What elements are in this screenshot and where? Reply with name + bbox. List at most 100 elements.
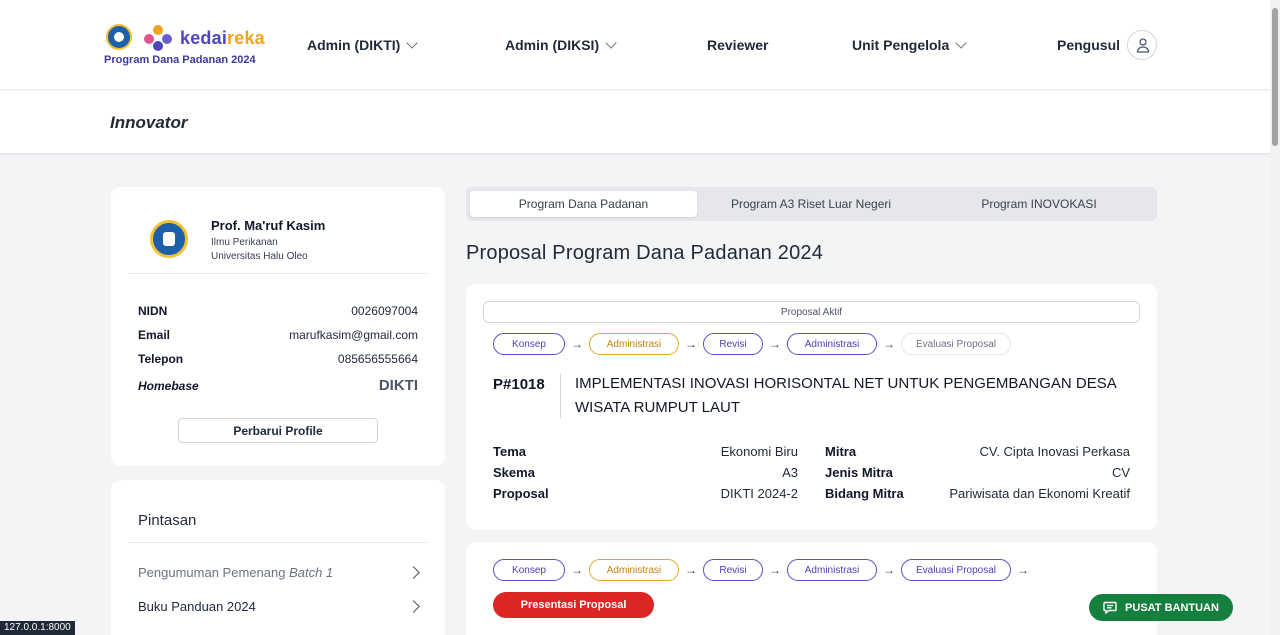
tab-program-a3[interactable]: Program A3 Riset Luar Negeri (697, 191, 925, 217)
divider (128, 273, 428, 274)
program-tabs: Program Dana Padanan Program A3 Riset Lu… (466, 187, 1157, 221)
nav-admin-diksi[interactable]: Admin (DIKSI) (505, 36, 617, 53)
proposal-id: P#1018 (493, 376, 545, 393)
step-konsep[interactable]: Konsep (493, 559, 565, 581)
brand-name: kedaireka (180, 28, 265, 48)
field-label: Email (138, 328, 171, 342)
arrow-right-icon: → (883, 563, 895, 577)
shortcut-label: Buku Panduan 2024 (138, 599, 256, 614)
profile-department: Ilmu Perikanan (211, 237, 278, 248)
proposal-details-right: Mitra CV. Cipta Inovasi Perkasa Jenis Mi… (825, 444, 1130, 514)
tab-program-inovokasi[interactable]: Program INOVOKASI (925, 191, 1153, 217)
presentasi-proposal-button[interactable]: Presentasi Proposal (493, 592, 654, 618)
proposal-stepper: Konsep → Administrasi → Revisi → Adminis… (493, 559, 1029, 581)
divider (560, 374, 561, 418)
brand-subtitle: Program Dana Padanan 2024 (104, 54, 256, 66)
user-avatar-button[interactable] (1127, 30, 1157, 60)
arrow-right-icon: → (571, 563, 583, 577)
user-icon (1136, 38, 1150, 53)
chat-icon (1103, 601, 1117, 614)
help-center-button[interactable]: PUSAT BANTUAN (1089, 594, 1233, 621)
section-title: Proposal Program Dana Padanan 2024 (466, 242, 824, 264)
detail-value: CV. Cipta Inovasi Perkasa (979, 444, 1130, 459)
shortcut-label: Pengumuman Pemenang Batch 1 (138, 565, 334, 580)
scrollbar-thumb[interactable] (1272, 8, 1278, 146)
detail-label: Jenis Mitra (825, 465, 893, 480)
nav-label: Admin (DIKTI) (307, 37, 401, 53)
step-revisi[interactable]: Revisi (703, 559, 763, 581)
detail-row-jenis-mitra: Jenis Mitra CV (825, 465, 1130, 480)
proposal-card: Proposal Aktif Konsep → Administrasi → R… (466, 284, 1157, 530)
step-revisi[interactable]: Revisi (703, 333, 763, 355)
detail-row-mitra: Mitra CV. Cipta Inovasi Perkasa (825, 444, 1130, 459)
proposal-status-label: Proposal Aktif (483, 301, 1140, 323)
profile-university: Universitas Halu Oleo (211, 251, 308, 262)
step-administrasi[interactable]: Administrasi (589, 333, 679, 355)
tab-program-dana-padanan[interactable]: Program Dana Padanan (470, 191, 697, 217)
field-label: NIDN (138, 304, 168, 318)
chevron-down-icon (605, 36, 617, 49)
proposal-details-left: Tema Ekonomi Biru Skema A3 Proposal DIKT… (493, 444, 798, 514)
shortcut-item-buku-panduan[interactable]: Buku Panduan 2024 (138, 599, 420, 614)
tut-wuri-seal-icon (106, 24, 132, 50)
detail-label: Skema (493, 465, 535, 480)
chevron-down-icon (406, 36, 418, 49)
arrow-right-icon: → (571, 337, 583, 351)
nav-pengusul[interactable]: Pengusul (1057, 37, 1120, 53)
arrow-right-icon: → (1017, 563, 1029, 577)
arrow-right-icon: → (769, 337, 781, 351)
top-navigation: kedaireka Program Dana Padanan 2024 Admi… (0, 0, 1270, 90)
profile-card: Prof. Ma'ruf Kasim Ilmu Perikanan Univer… (111, 187, 445, 466)
field-value: 085656555664 (337, 352, 418, 366)
detail-value: Pariwisata dan Ekonomi Kreatif (949, 486, 1130, 501)
nav-label: Pengusul (1057, 37, 1121, 53)
profile-row-telepon: Telepon 085656555664 (138, 352, 418, 366)
detail-row-bidang-mitra: Bidang Mitra Pariwisata dan Ekonomi Krea… (825, 486, 1130, 501)
step-administrasi-2[interactable]: Administrasi (787, 559, 877, 581)
detail-label: Tema (493, 444, 526, 459)
arrow-right-icon: → (769, 563, 781, 577)
step-evaluasi-proposal[interactable]: Evaluasi Proposal (901, 333, 1011, 355)
nav-admin-dikti[interactable]: Admin (DIKTI) (307, 36, 418, 53)
step-konsep[interactable]: Konsep (493, 333, 565, 355)
page-title: Innovator (110, 113, 188, 132)
proposal-stepper: Konsep → Administrasi → Revisi → Adminis… (493, 333, 1011, 355)
profile-row-nidn: NIDN 0026097004 (138, 304, 418, 318)
shortcuts-card: Pintasan Pengumuman Pemenang Batch 1 Buk… (111, 480, 445, 635)
detail-label: Proposal (493, 486, 549, 501)
profile-name: Prof. Ma'ruf Kasim (211, 218, 326, 233)
nav-label: Reviewer (707, 37, 769, 53)
step-administrasi[interactable]: Administrasi (589, 559, 679, 581)
detail-value: A3 (782, 465, 798, 480)
field-label: Homebase (138, 379, 199, 393)
nav-label: Admin (DIKSI) (505, 37, 600, 53)
detail-value: Ekonomi Biru (720, 444, 798, 459)
chevron-right-icon (407, 600, 420, 613)
chevron-right-icon (407, 566, 420, 579)
update-profile-button[interactable]: Perbarui Profile (178, 418, 378, 443)
page-scrollbar[interactable] (1270, 0, 1280, 635)
detail-label: Bidang Mitra (825, 486, 904, 501)
proposal-title[interactable]: IMPLEMENTASI INOVASI HORISONTAL NET UNTU… (575, 372, 1135, 420)
field-value: DIKTI (378, 377, 418, 394)
chevron-down-icon (955, 36, 967, 49)
detail-value: DIKTI 2024-2 (720, 486, 798, 501)
arrow-right-icon: → (685, 337, 697, 351)
detail-row-proposal: Proposal DIKTI 2024-2 (493, 486, 798, 501)
nav-reviewer[interactable]: Reviewer (707, 37, 768, 53)
arrow-right-icon: → (685, 563, 697, 577)
nav-unit-pengelola[interactable]: Unit Pengelola (852, 36, 967, 53)
step-administrasi-2[interactable]: Administrasi (787, 333, 877, 355)
profile-row-homebase: Homebase DIKTI (138, 377, 418, 394)
nav-label: Unit Pengelola (852, 37, 950, 53)
field-label: Telepon (138, 352, 184, 366)
step-evaluasi-proposal[interactable]: Evaluasi Proposal (901, 559, 1011, 581)
shortcut-item-pengumuman[interactable]: Pengumuman Pemenang Batch 1 (138, 565, 420, 580)
proposal-card-2: Konsep → Administrasi → Revisi → Adminis… (466, 542, 1157, 635)
brand-logo[interactable]: kedaireka Program Dana Padanan 2024 (104, 22, 274, 70)
help-label: PUSAT BANTUAN (1125, 601, 1219, 614)
field-value: 0026097004 (351, 304, 418, 318)
kedaireka-mark-icon (144, 25, 172, 51)
field-value: marufkasim@gmail.com (289, 328, 418, 342)
profile-row-email: Email marufkasim@gmail.com (138, 328, 418, 342)
